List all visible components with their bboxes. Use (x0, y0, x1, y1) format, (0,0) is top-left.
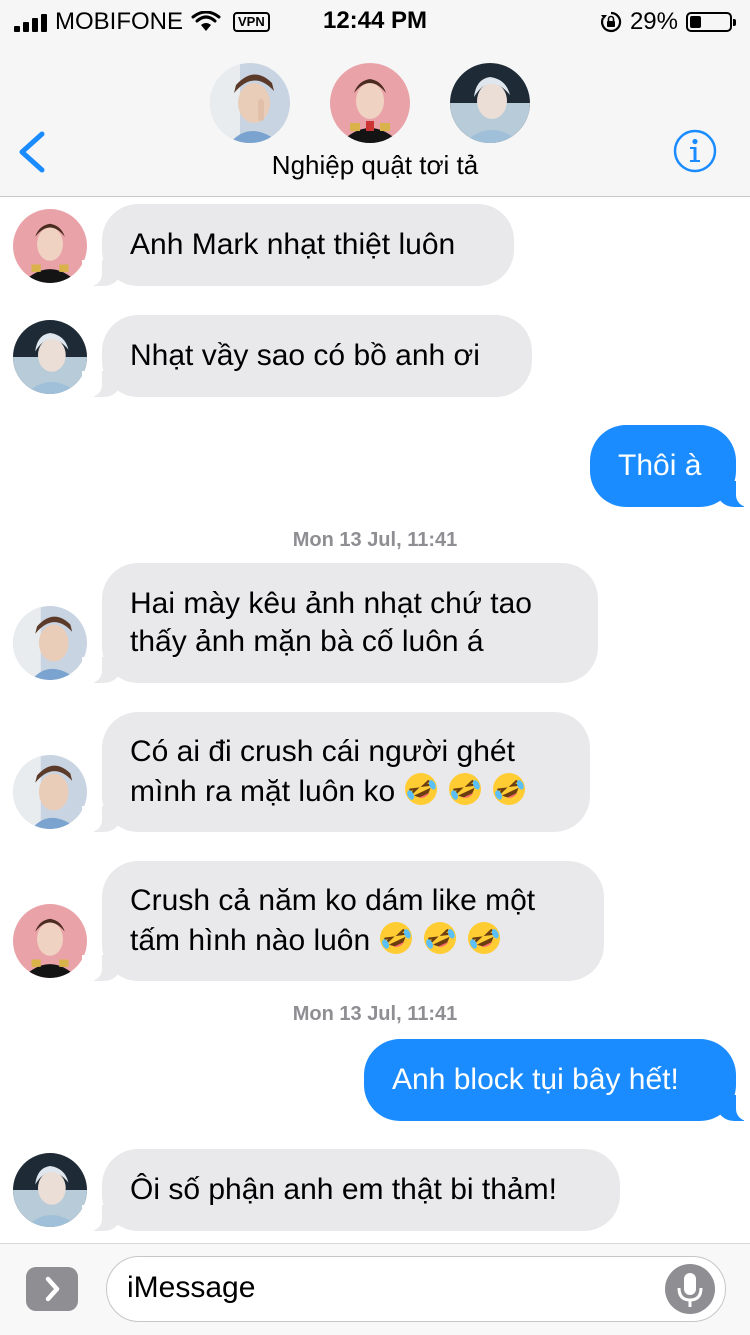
group-member-avatar-c[interactable] (450, 63, 530, 143)
outgoing-message[interactable]: Thôi à (590, 425, 750, 507)
status-bar: MOBIFONE VPN 12:44 PM 29% (0, 0, 750, 42)
incoming-message[interactable]: Ôi số phận anh em thật bi thảm! (82, 1149, 620, 1231)
microphone-icon (677, 1273, 703, 1307)
message-text: Ôi số phận anh em thật bi thảm! (130, 1173, 557, 1206)
compose-bar: iMessage (0, 1243, 750, 1335)
sender-avatar-b[interactable] (13, 904, 87, 978)
battery-icon (686, 12, 736, 32)
rofl-emoji-icon (483, 773, 527, 808)
group-member-avatar-a[interactable] (210, 63, 290, 143)
app-drawer-button[interactable] (26, 1267, 78, 1311)
rofl-emoji-icon (370, 922, 414, 957)
microphone-button[interactable] (665, 1264, 715, 1314)
message-text: Nhạt vầy sao có bồ anh ơi (130, 339, 480, 372)
incoming-message[interactable]: Có ai đi crush cái người ghét mình ra mặ… (82, 712, 590, 832)
sender-avatar-a[interactable] (13, 755, 87, 829)
incoming-message[interactable]: Crush cả năm ko dám like một tấm hình nà… (82, 861, 604, 981)
sender-avatar-c[interactable] (13, 1153, 87, 1227)
back-chevron-icon (19, 131, 45, 173)
group-member-avatar-b[interactable] (330, 63, 410, 143)
info-button[interactable] (673, 129, 717, 173)
message-text: Hai mày kêu ảnh nhạt chứ tao thấy ảnh mặ… (130, 587, 532, 658)
message-text: Có ai đi crush cái người ghét mình ra mặ… (130, 733, 527, 811)
rofl-emoji-icon (439, 773, 483, 808)
message-input[interactable]: iMessage (106, 1256, 726, 1322)
rofl-emoji-icon (395, 773, 439, 808)
sender-avatar-c[interactable] (13, 320, 87, 394)
incoming-message[interactable]: Anh Mark nhạt thiệt luôn (82, 204, 514, 286)
back-button[interactable] (14, 128, 50, 176)
incoming-message[interactable]: Nhạt vầy sao có bồ anh ơi (82, 315, 532, 397)
sender-avatar-a[interactable] (13, 606, 87, 680)
message-input-placeholder: iMessage (127, 1271, 256, 1304)
group-name[interactable]: Nghiệp quật tơi tả (0, 150, 750, 181)
message-timestamp: Mon 13 Jul, 11:41 (292, 1003, 458, 1025)
message-text: Crush cả năm ko dám like một tấm hình nà… (130, 882, 535, 960)
info-icon (673, 129, 717, 173)
message-text: Anh Mark nhạt thiệt luôn (130, 228, 456, 261)
message-text: Thôi à (618, 449, 702, 482)
rofl-emoji-icon (414, 922, 458, 957)
battery-percent: 29% (629, 8, 678, 35)
lock-rotation-icon (600, 11, 622, 33)
app-drawer-icon (45, 1276, 60, 1302)
battery-fill (690, 16, 701, 28)
sender-avatar-b[interactable] (13, 209, 87, 283)
message-text: Anh block tụi bây hết! (392, 1063, 679, 1096)
outgoing-message[interactable]: Anh block tụi bây hết! (364, 1039, 750, 1121)
rofl-emoji-icon (458, 922, 502, 957)
message-timestamp: Mon 13 Jul, 11:41 (292, 529, 458, 551)
incoming-message[interactable]: Hai mày kêu ảnh nhạt chứ tao thấy ảnh mặ… (82, 563, 598, 683)
